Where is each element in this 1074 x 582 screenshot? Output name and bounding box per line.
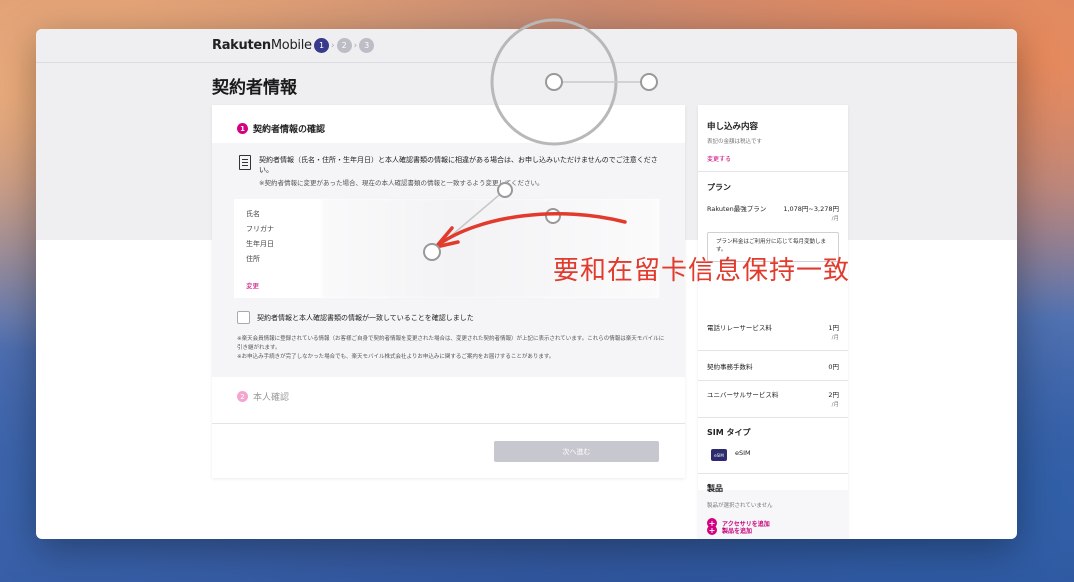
section-number-badge: 1	[237, 123, 248, 134]
plan-heading: プラン	[707, 183, 731, 192]
divider	[698, 473, 848, 474]
fee-unit: /月	[831, 335, 839, 341]
step-2-indicator: 2	[336, 38, 352, 53]
field-labels: 氏名 フリガナ 生年月日 住所	[246, 209, 274, 269]
field-label-birthdate: 生年月日	[246, 240, 274, 248]
plan-name: Rakuten最強プラン	[707, 205, 767, 213]
sim-type-heading: SIM タイプ	[707, 428, 751, 437]
order-summary-sidebar: 申し込み内容 表記の金額は税込です 変更する プラン Rakuten最強プラン …	[698, 105, 848, 539]
confirm-checkbox-label[interactable]: 契約者情報と本人確認書類の情報が一致していることを確認しました	[257, 313, 474, 323]
confirm-checkbox[interactable]	[237, 311, 250, 324]
field-label-name: 氏名	[246, 210, 260, 218]
field-label-furigana: フリガナ	[246, 225, 274, 233]
page-title: 契約者情報	[212, 78, 297, 98]
annotation-text: 要和在留卡信息保持一致	[553, 256, 851, 286]
step-1-indicator: 1	[314, 38, 329, 53]
step-3-indicator: 3	[359, 38, 375, 53]
divider	[698, 171, 848, 172]
notice-subtext: ※契約者情報に変更があった場合、現在の本人確認書類の情報と一致するよう変更してく…	[259, 179, 544, 187]
change-info-link[interactable]: 変更	[246, 280, 259, 290]
fee-unit: /月	[831, 402, 839, 408]
add-accessory-link[interactable]: + アクセサリを追加	[707, 518, 770, 528]
top-header: RakutenMobile 1 › 2 › 3	[36, 29, 1017, 63]
fee-label: 電話リレーサービス料	[707, 324, 772, 332]
section-heading-confirm: 1 契約者情報の確認	[237, 122, 325, 135]
sim-type-value: eSIM	[735, 449, 751, 457]
rakuten-mobile-logo[interactable]: RakutenMobile	[212, 38, 312, 53]
contract-info-card: 1 契約者情報の確認 契約者情報（氏名・住所・生年月日）と本人確認書類の情報に相…	[212, 105, 685, 478]
field-label-address: 住所	[246, 255, 260, 263]
fee-value: 1円	[828, 324, 839, 332]
product-heading: 製品	[707, 484, 723, 493]
fee-label: ユニバーサルサービス料	[707, 391, 779, 399]
plan-unit: /月	[831, 216, 839, 222]
fee-label: 契約事務手数料	[707, 363, 753, 371]
plan-price: 1,078円~3,278円	[783, 205, 839, 213]
chevron-right-icon: ›	[331, 40, 335, 51]
divider	[698, 350, 848, 351]
divider	[212, 423, 685, 424]
fee-value: 2円	[828, 391, 839, 399]
section-title: 本人確認	[253, 393, 290, 403]
product-empty-note: 製品が選択されていません	[707, 503, 773, 509]
tax-note: 表記の金額は税込です	[707, 139, 763, 145]
progress-steps: 1 › 2 › 3	[314, 38, 375, 53]
chevron-right-icon: ›	[353, 40, 358, 51]
section-heading-identity: 2 本人確認	[237, 390, 289, 403]
divider	[698, 380, 848, 381]
summary-title: 申し込み内容	[707, 122, 759, 132]
section-number-badge: 2	[237, 391, 248, 402]
esim-icon: eSIM	[711, 449, 727, 461]
fee-value: 0円	[828, 363, 839, 371]
section-title: 契約者情報の確認	[253, 125, 326, 135]
plus-icon: +	[707, 518, 717, 528]
notice-text: 契約者情報（氏名・住所・生年月日）と本人確認書類の情報に相違がある場合は、お申し…	[259, 156, 658, 174]
footnote: ※楽天会員情報に登録されている情報（お客様ご自身で契約者情報を変更された場合は、…	[237, 336, 665, 360]
change-order-link[interactable]: 変更する	[707, 154, 731, 163]
divider	[698, 417, 848, 418]
next-button[interactable]: 次へ進む	[494, 441, 659, 462]
browser-window: RakutenMobile 1 › 2 › 3 契約者情報 1 契約者情報の確認…	[36, 29, 1017, 539]
document-icon	[239, 155, 251, 170]
